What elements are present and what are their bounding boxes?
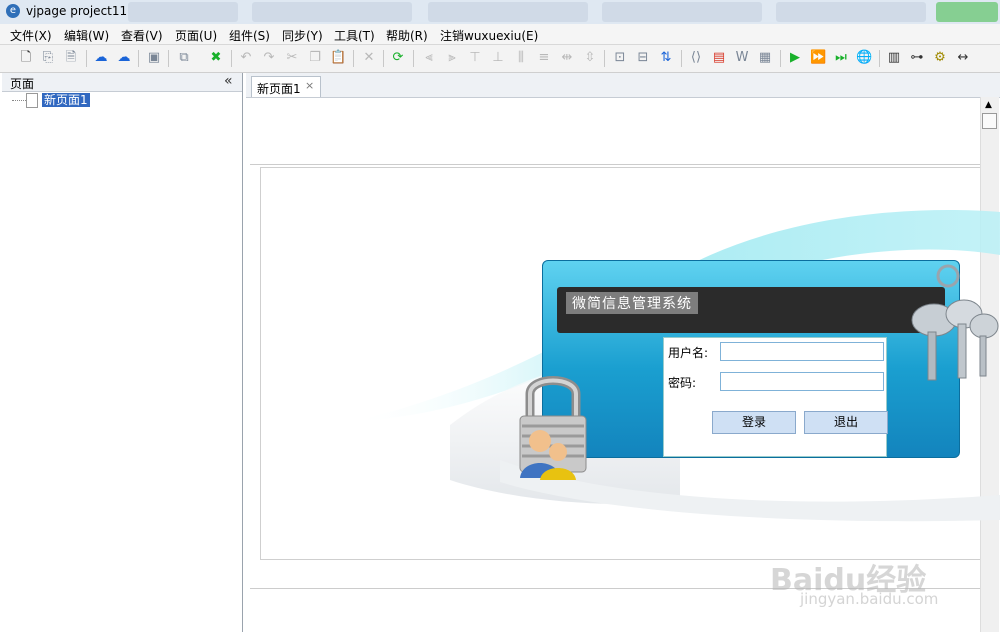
background-taskbar-tab[interactable] bbox=[252, 2, 412, 22]
tree-connector bbox=[12, 100, 26, 101]
page-file-icon bbox=[26, 93, 38, 108]
delete-page-icon[interactable]: ✖ bbox=[208, 50, 224, 66]
download-icon[interactable]: ☁ bbox=[116, 50, 132, 66]
app-icon: e bbox=[6, 4, 20, 18]
distribute-h-icon[interactable]: ⇹ bbox=[559, 50, 575, 66]
run-step-icon[interactable]: ⏭ bbox=[833, 50, 849, 66]
menu-bar: 文件(X) 编辑(W) 查看(V) 页面(U) 组件(S) 同步(Y) 工具(T… bbox=[0, 24, 1000, 45]
baidu-watermark-url: jingyan.baidu.com bbox=[800, 590, 939, 608]
background-taskbar-tab[interactable] bbox=[602, 2, 762, 22]
align-bottom-icon[interactable]: ⊥ bbox=[490, 50, 506, 66]
menu-help[interactable]: 帮助(R) bbox=[386, 27, 428, 44]
menu-edit[interactable]: 编辑(W) bbox=[64, 27, 109, 44]
menu-tools[interactable]: 工具(T) bbox=[334, 27, 375, 44]
scroll-up-icon[interactable]: ▲ bbox=[985, 100, 992, 110]
background-taskbar-tab[interactable] bbox=[428, 2, 588, 22]
tab-label: 新页面1 bbox=[257, 82, 301, 96]
menu-sync[interactable]: 同步(Y) bbox=[282, 27, 323, 44]
menu-file[interactable]: 文件(X) bbox=[10, 27, 52, 44]
menu-logout[interactable]: 注销wuxuexiu(E) bbox=[440, 27, 538, 44]
menu-view[interactable]: 查看(V) bbox=[121, 27, 163, 44]
word-export-icon[interactable]: W bbox=[734, 50, 750, 66]
move-down-icon[interactable]: ⊡ bbox=[612, 50, 628, 66]
html-code-icon[interactable]: ⟨⟩ bbox=[688, 50, 704, 66]
login-form: 用户名: 密码: 登录 退出 bbox=[663, 337, 888, 457]
background-taskbar-tab[interactable] bbox=[128, 2, 238, 22]
align-top-icon[interactable]: ⊤ bbox=[467, 50, 483, 66]
cut-icon[interactable]: ✂ bbox=[284, 50, 300, 66]
toolbar: 🗋 ⎘ 🗎 ☁ ☁ ▣ ⧉ ✖ ↶ ↷ ✂ ❐ 📋 ✕ ⟳ ⫷ ⫸ ⊤ ⊥ ⫼ … bbox=[0, 45, 1000, 73]
background-taskbar-tab[interactable] bbox=[936, 2, 998, 22]
undo-icon[interactable]: ↶ bbox=[238, 50, 254, 66]
collapse-panel-icon[interactable]: « bbox=[224, 73, 233, 89]
system-title: 微简信息管理系统 bbox=[566, 292, 698, 314]
pages-panel: 页面 « 新页面1 bbox=[2, 73, 243, 632]
menu-component[interactable]: 组件(S) bbox=[229, 27, 270, 44]
login-panel: 微简信息管理系统 用户名: 密码: 登录 退出 bbox=[542, 260, 960, 458]
browser-globe-icon[interactable]: 🌐 bbox=[856, 50, 872, 66]
align-center-icon[interactable]: ⫼ bbox=[513, 50, 529, 66]
delete-icon[interactable]: ✕ bbox=[361, 50, 377, 66]
keys-icon bbox=[911, 264, 999, 381]
run-icon[interactable]: ▶ bbox=[787, 50, 803, 66]
distribute-v-icon[interactable]: ⇳ bbox=[582, 50, 598, 66]
exit-button[interactable]: 退出 bbox=[804, 411, 888, 434]
paste-icon[interactable]: 📋 bbox=[330, 50, 346, 66]
password-input[interactable] bbox=[720, 372, 884, 391]
login-panel-header: 微简信息管理系统 bbox=[557, 287, 945, 333]
settings-gear-icon[interactable]: ⚙ bbox=[932, 50, 948, 66]
properties-panel-icon[interactable]: ▥ bbox=[886, 50, 902, 66]
copy-icon[interactable]: ❐ bbox=[307, 50, 323, 66]
username-input[interactable] bbox=[720, 342, 884, 361]
expand-horizontal-icon[interactable]: ↔ bbox=[955, 50, 971, 66]
new-file-icon[interactable]: 🗋 bbox=[18, 50, 34, 66]
window-title: vjpage project11 bbox=[26, 4, 128, 18]
align-left-icon[interactable]: ⫷ bbox=[421, 50, 437, 66]
refresh-icon[interactable]: ⟳ bbox=[390, 50, 406, 66]
copy-page-icon[interactable]: ⧉ bbox=[176, 50, 192, 66]
padlock-users-icon bbox=[519, 376, 587, 480]
close-tab-icon[interactable]: × bbox=[305, 79, 314, 92]
tree-structure-icon[interactable]: ⊶ bbox=[909, 50, 925, 66]
tab-page1[interactable]: 新页面1 × bbox=[251, 76, 321, 97]
login-button[interactable]: 登录 bbox=[712, 411, 796, 434]
editor-tabstrip: 新页面1 × bbox=[246, 73, 1000, 98]
run-all-icon[interactable]: ⏩ bbox=[810, 50, 826, 66]
canvas-guide-line bbox=[250, 164, 980, 165]
sort-icon[interactable]: ⇅ bbox=[658, 50, 674, 66]
upload-icon[interactable]: ☁ bbox=[93, 50, 109, 66]
title-bar: e vjpage project11 bbox=[0, 0, 1000, 24]
presentation-icon[interactable]: ▤ bbox=[711, 50, 727, 66]
new-page-icon[interactable]: 🗎 bbox=[63, 50, 79, 66]
save-icon[interactable]: ▣ bbox=[146, 50, 162, 66]
scroll-thumb[interactable] bbox=[982, 113, 997, 129]
username-label: 用户名: bbox=[668, 346, 709, 360]
align-middle-icon[interactable]: ≡ bbox=[536, 50, 552, 66]
pages-panel-header: 页面 « bbox=[2, 73, 242, 92]
pages-panel-title: 页面 bbox=[10, 77, 35, 91]
password-label: 密码: bbox=[668, 376, 697, 390]
open-file-icon[interactable]: ⎘ bbox=[40, 50, 56, 66]
background-taskbar-tab[interactable] bbox=[776, 2, 926, 22]
move-up-icon[interactable]: ⊟ bbox=[635, 50, 651, 66]
tree-item-page1[interactable]: 新页面1 bbox=[42, 93, 90, 107]
menu-page[interactable]: 页面(U) bbox=[175, 27, 217, 44]
align-right-icon[interactable]: ⫸ bbox=[444, 50, 460, 66]
redo-icon[interactable]: ↷ bbox=[261, 50, 277, 66]
preview-window-icon[interactable]: ▦ bbox=[757, 50, 773, 66]
